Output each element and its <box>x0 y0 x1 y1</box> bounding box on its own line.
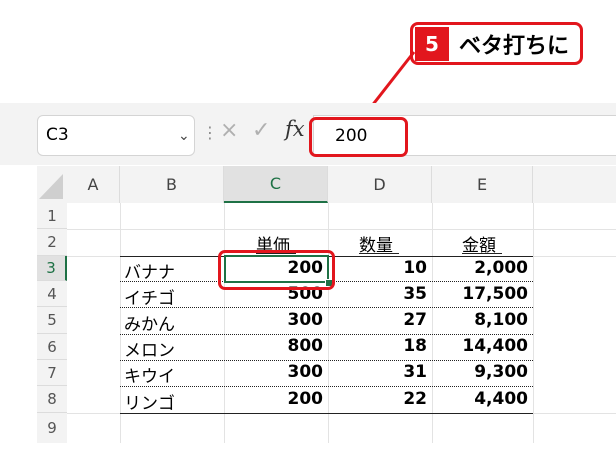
item-amount[interactable]: 4,400 <box>432 389 528 409</box>
item-qty[interactable]: 31 <box>328 362 427 382</box>
column-header-f[interactable] <box>533 166 616 203</box>
item-qty[interactable]: 22 <box>328 389 427 409</box>
item-name[interactable]: メロン <box>124 336 175 361</box>
item-name[interactable]: バナナ <box>124 258 175 283</box>
row-divider <box>120 360 533 361</box>
item-amount[interactable]: 17,500 <box>432 284 528 304</box>
item-amount[interactable]: 9,300 <box>432 362 528 382</box>
grid-line <box>67 229 616 230</box>
formula-highlight-box <box>309 117 408 157</box>
insert-function-icon[interactable]: fx <box>285 117 305 141</box>
item-name[interactable]: リンゴ <box>124 389 175 414</box>
row-divider <box>120 334 533 335</box>
item-price[interactable]: 300 <box>224 362 324 382</box>
item-qty[interactable]: 18 <box>328 336 427 356</box>
more-options-icon[interactable]: ⋮ <box>202 123 218 142</box>
column-header-b[interactable]: B <box>120 166 224 203</box>
row-header-5[interactable]: 5 <box>37 307 67 334</box>
name-box-value: C3 <box>46 125 69 145</box>
column-header-a[interactable]: A <box>67 166 120 203</box>
column-header-c[interactable]: C <box>224 166 328 203</box>
item-name[interactable]: みかん <box>124 310 175 335</box>
header-underline <box>359 253 399 254</box>
item-name[interactable]: キウイ <box>124 362 175 387</box>
enter-check-icon[interactable]: ✓ <box>252 118 270 143</box>
item-price[interactable]: 300 <box>224 310 324 330</box>
row-divider <box>120 386 533 387</box>
item-qty[interactable]: 27 <box>328 310 427 330</box>
item-price[interactable]: 200 <box>224 389 324 409</box>
column-header-e[interactable]: E <box>432 166 533 203</box>
table-bottom-border <box>120 413 533 414</box>
item-qty[interactable]: 35 <box>328 284 427 304</box>
column-header-d[interactable]: D <box>328 166 432 203</box>
row-header-2[interactable]: 2 <box>37 229 67 256</box>
select-all-corner[interactable] <box>37 166 67 203</box>
row-header-8[interactable]: 8 <box>37 386 67 413</box>
row-header-3[interactable]: 3 <box>37 256 67 281</box>
item-amount[interactable]: 8,100 <box>432 310 528 330</box>
row-header-6[interactable]: 6 <box>37 334 67 360</box>
item-amount[interactable]: 14,400 <box>432 336 528 356</box>
name-box[interactable]: C3 ⌄ <box>37 115 195 156</box>
item-name[interactable]: イチゴ <box>124 284 175 309</box>
row-header-4[interactable]: 4 <box>37 281 67 307</box>
row-header-7[interactable]: 7 <box>37 360 67 386</box>
header-underline <box>462 253 502 254</box>
grid-line <box>533 203 534 443</box>
grid-line <box>120 203 121 443</box>
cancel-icon[interactable]: × <box>220 118 238 143</box>
row-divider <box>120 307 533 308</box>
cell-highlight-box <box>218 250 335 290</box>
row-header-9[interactable]: 9 <box>37 413 67 443</box>
chevron-down-icon[interactable]: ⌄ <box>178 128 190 144</box>
item-price[interactable]: 800 <box>224 336 324 356</box>
item-qty[interactable]: 10 <box>328 258 427 278</box>
item-amount[interactable]: 2,000 <box>432 258 528 278</box>
row-header-1[interactable]: 1 <box>37 203 67 229</box>
